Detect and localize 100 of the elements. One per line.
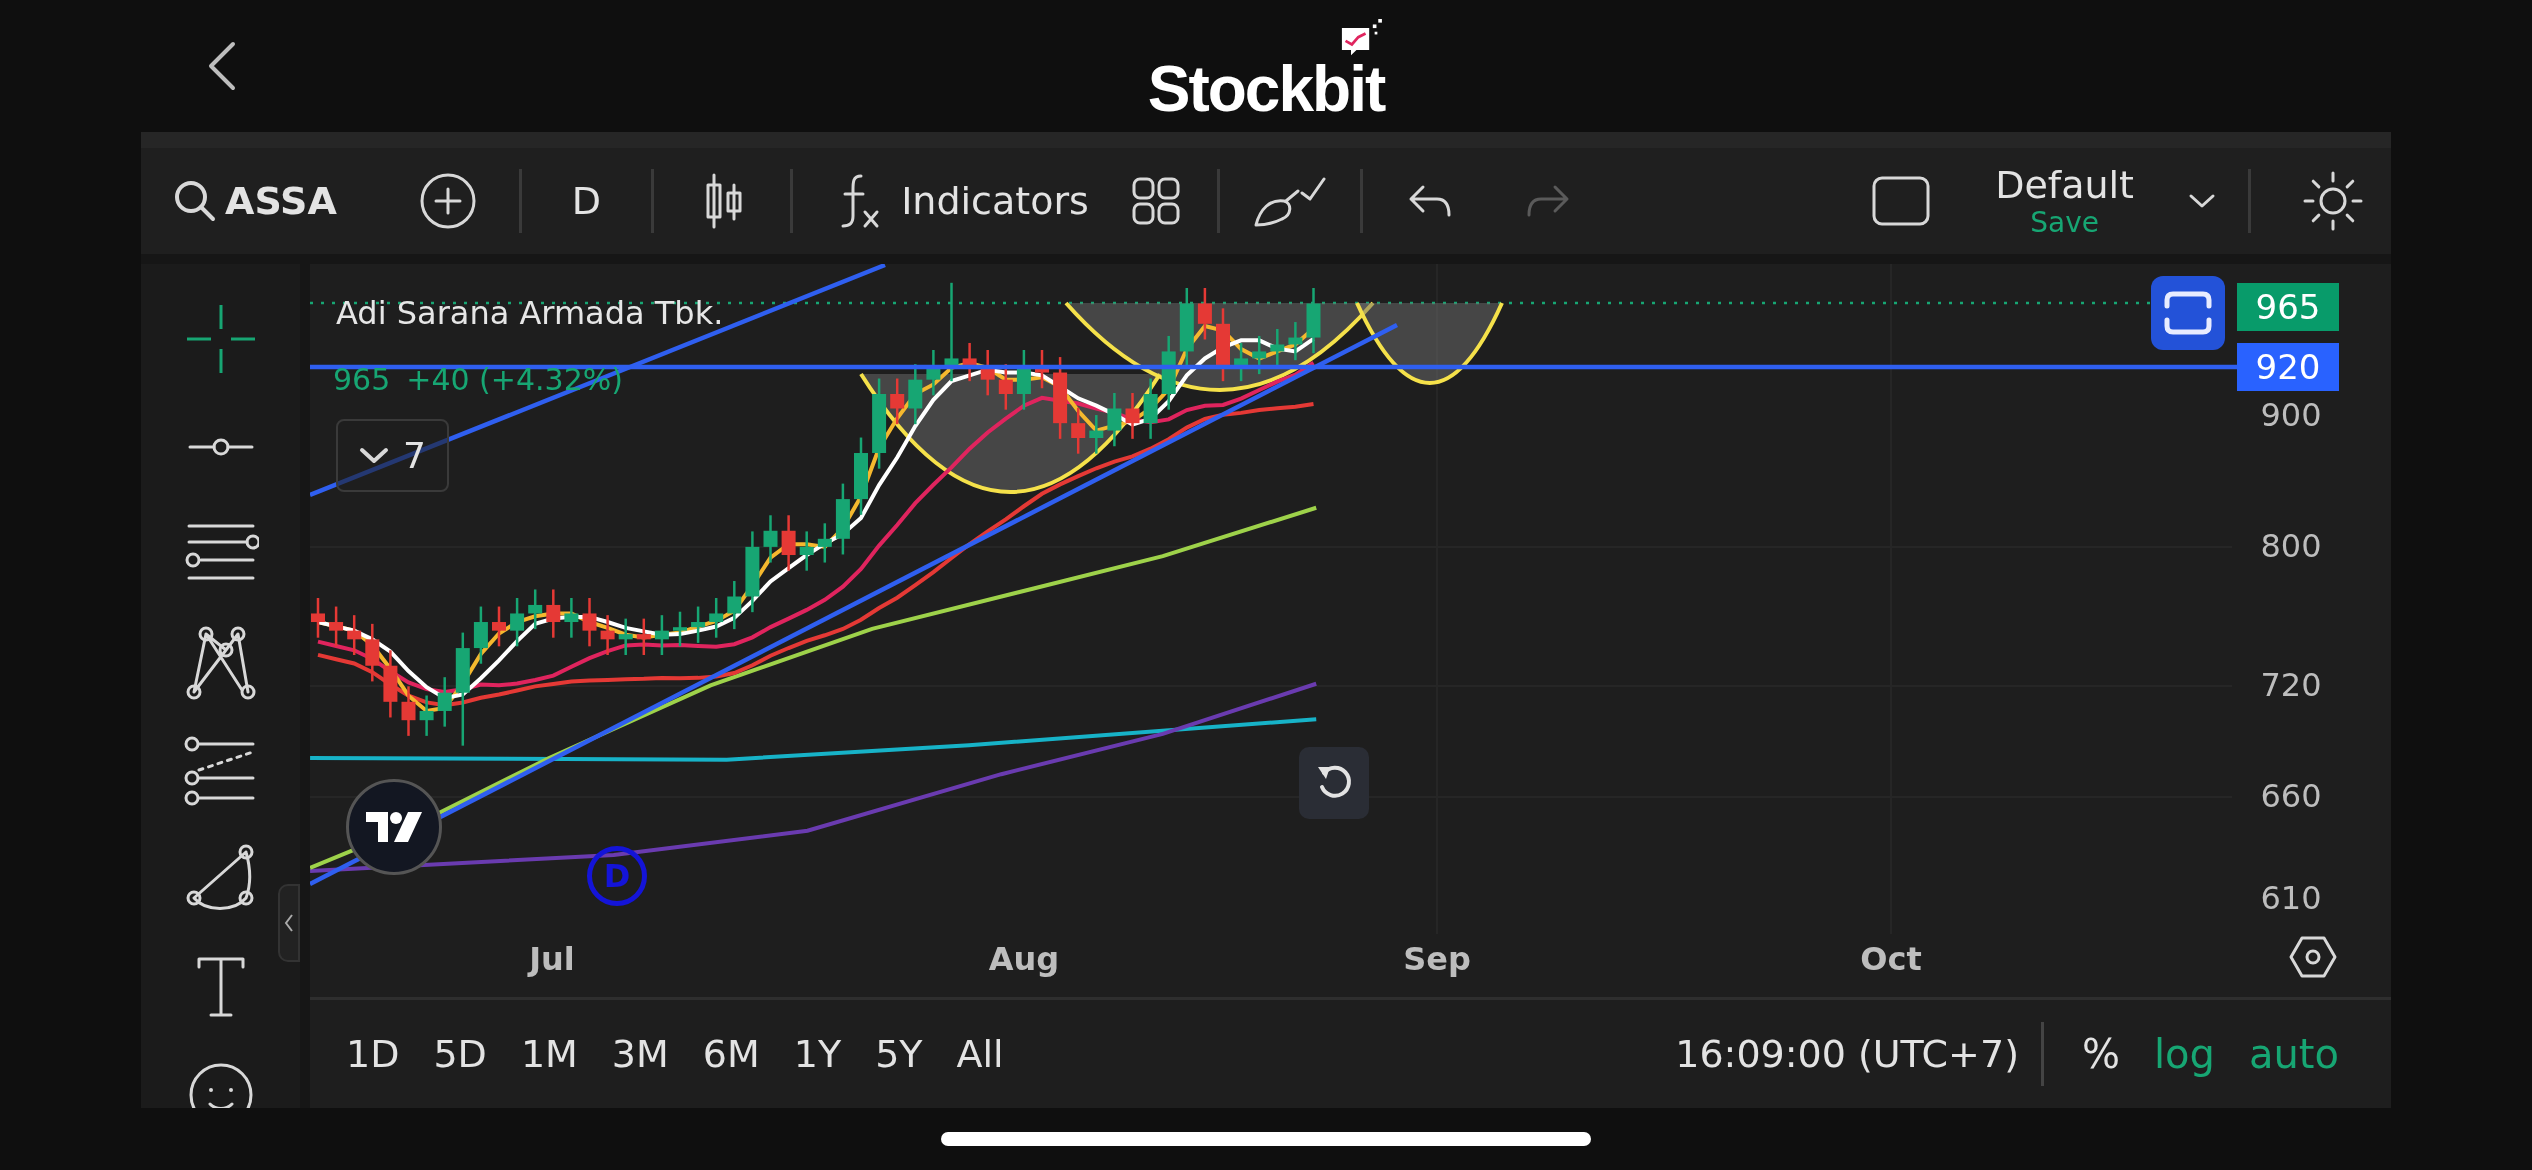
candle (600, 615, 615, 655)
candle (835, 483, 850, 555)
shaded-arc[interactable] (1355, 302, 1504, 385)
range-button[interactable]: 6M (692, 1028, 770, 1080)
plus-circle-icon (418, 172, 477, 230)
scale-toggle[interactable]: auto (2236, 1027, 2351, 1081)
candle (1107, 393, 1122, 447)
candle (908, 364, 923, 425)
chevron-down-icon (359, 446, 390, 465)
candle (347, 615, 362, 655)
candles-icon (704, 171, 745, 231)
candle (1143, 378, 1158, 439)
candle (510, 598, 525, 647)
candle (1035, 350, 1049, 389)
candle (528, 589, 543, 630)
candle (473, 606, 488, 664)
timezone-clock: 16:09:00 (UTC+7) (1675, 1032, 2019, 1076)
fullscreen-icon (2163, 290, 2213, 336)
interval-button[interactable]: D (565, 175, 608, 227)
candle (799, 531, 814, 571)
line-segment-icon (187, 437, 254, 457)
range-button[interactable]: 5D (423, 1028, 497, 1080)
candle (1234, 342, 1249, 382)
chevron-left-icon (284, 912, 294, 934)
stockbit-logo: Stockbit (1147, 61, 1385, 117)
scale-toggle[interactable]: % (2069, 1027, 2132, 1081)
chevron-down-icon (2188, 192, 2216, 210)
price-axis-label: 800 (2259, 527, 2323, 565)
symbol-search-button[interactable]: ASSA (167, 175, 343, 227)
last-price: 965 (333, 362, 391, 397)
crosshair-icon (184, 303, 257, 375)
grid-icon (1130, 176, 1181, 226)
candle (673, 611, 687, 647)
candle (998, 364, 1013, 410)
candle (1306, 288, 1321, 354)
candle (636, 618, 651, 655)
candle (763, 515, 778, 563)
range-button[interactable]: All (946, 1028, 1014, 1080)
candle (709, 598, 724, 638)
candle (365, 623, 380, 682)
candle (962, 342, 977, 382)
fullscreen-button[interactable] (2151, 276, 2225, 350)
settings-icon (2289, 935, 2337, 979)
trend-line[interactable] (310, 323, 1399, 886)
company-name: Adi Sarana Armada Tbk. (336, 294, 724, 332)
candle (691, 606, 706, 643)
candle (564, 598, 579, 638)
candle (890, 378, 905, 425)
search-icon (173, 179, 217, 223)
candle (817, 523, 832, 563)
range-button[interactable]: 5Y (865, 1028, 933, 1080)
tv-logo-icon (364, 810, 424, 844)
price-tag: 920 (2237, 343, 2339, 391)
price-axis-label: 900 (2259, 396, 2323, 434)
candle (980, 350, 995, 396)
range-button[interactable]: 3M (601, 1028, 679, 1080)
candle (437, 677, 452, 727)
candle (1089, 415, 1104, 454)
candle (582, 598, 597, 647)
candle (1016, 350, 1031, 410)
candle (1252, 335, 1267, 375)
zigzag-pattern-icon (185, 626, 256, 700)
candle (1197, 288, 1212, 340)
legend-count: 7 (403, 435, 426, 476)
range-button[interactable]: 1Y (783, 1028, 852, 1080)
price-axis-label: 610 (2259, 879, 2323, 917)
candle (546, 589, 561, 638)
candle (329, 606, 344, 647)
candle (654, 615, 669, 655)
candle (618, 618, 633, 655)
square-icon (1871, 175, 1932, 227)
candle (1071, 407, 1086, 454)
candle (781, 515, 796, 571)
candle (926, 350, 941, 396)
indicator-legend-toggle[interactable]: 7 (336, 419, 449, 492)
indicators-button[interactable]: Indicators (833, 168, 1095, 234)
price-axis-label: 660 (2259, 777, 2323, 815)
time-axis-label: Sep (1402, 940, 1472, 978)
candle (1270, 329, 1285, 368)
price-tag: 965 (2237, 283, 2339, 331)
back-icon (207, 40, 237, 92)
range-button[interactable]: 1M (510, 1028, 588, 1080)
reset-chart-button[interactable] (1299, 747, 1369, 819)
range-button[interactable]: 1D (336, 1028, 410, 1080)
candle (1288, 322, 1303, 361)
sun-icon (2301, 169, 2365, 233)
scale-toggle[interactable]: log (2142, 1027, 2227, 1081)
time-axis-label: Jul (526, 940, 576, 978)
candle (492, 606, 506, 647)
candle (1125, 393, 1140, 439)
price-axis-label: 720 (2259, 666, 2323, 704)
candle (401, 686, 416, 736)
layout-selector[interactable]: Default Save (1987, 163, 2142, 239)
time-axis-label: Oct (1859, 940, 1923, 978)
candle (727, 581, 742, 630)
collapse-toolbar-handle[interactable] (278, 884, 300, 962)
candle (419, 695, 434, 736)
time-axis-label: Aug (987, 940, 1061, 978)
trend-line[interactable] (310, 264, 886, 498)
candle (383, 650, 398, 718)
